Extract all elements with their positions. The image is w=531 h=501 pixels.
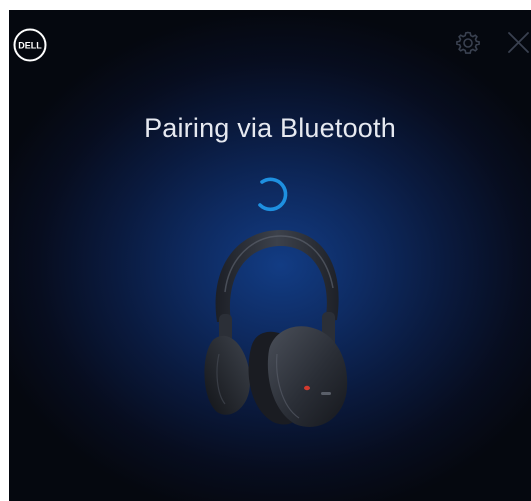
close-icon[interactable] <box>506 30 531 56</box>
pairing-title: Pairing via Bluetooth <box>144 113 396 143</box>
gear-icon[interactable] <box>455 30 481 56</box>
dell-logo: DELL <box>13 28 47 62</box>
headphones-image <box>204 230 348 427</box>
dell-logo-text: DELL <box>18 41 42 51</box>
pairing-window: DELL Pairing via Bluetooth <box>9 10 531 501</box>
loading-spinner-icon <box>258 177 288 212</box>
